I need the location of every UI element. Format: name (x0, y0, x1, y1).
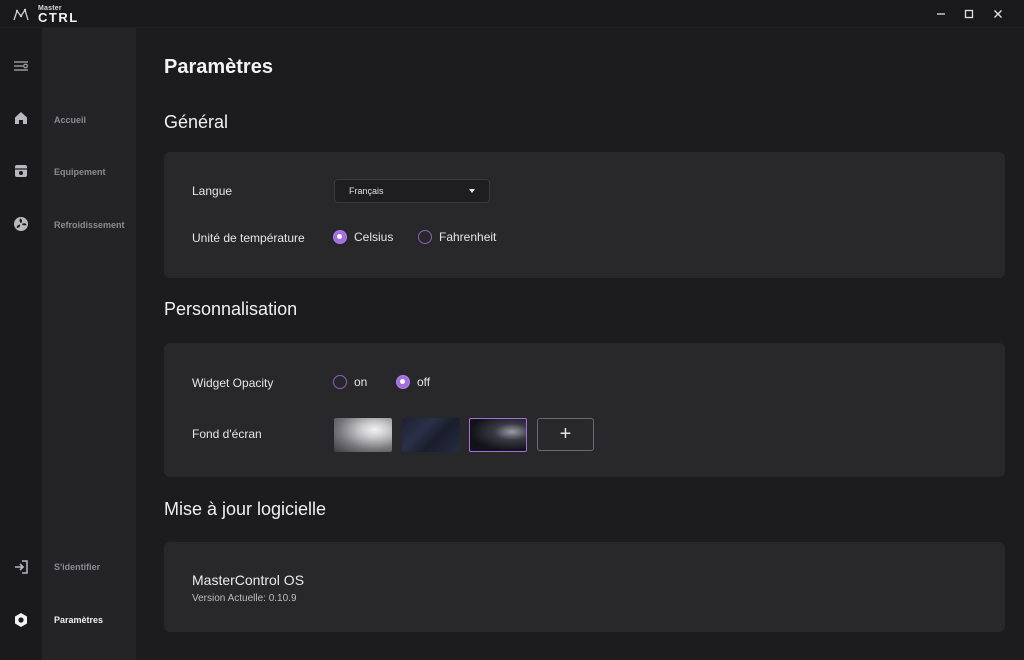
rail-settings-button[interactable] (11, 610, 31, 630)
radio-celsius[interactable]: Celsius (333, 230, 393, 244)
settings-icon (15, 613, 27, 627)
minimize-icon (937, 13, 945, 15)
language-label: Langue (192, 184, 233, 198)
wallpaper-thumbnail-3[interactable] (469, 418, 527, 452)
sidebar-item-parametres[interactable]: Paramètres (54, 615, 103, 625)
widget-opacity-label: Widget Opacity (192, 376, 274, 390)
maximize-icon (964, 9, 974, 19)
section-title-general: Général (164, 112, 229, 132)
radio-opacity-off-indicator (396, 375, 410, 389)
radio-opacity-off-label: off (417, 375, 431, 389)
logo-big-text: CTRL (38, 10, 79, 25)
login-icon (15, 560, 28, 574)
radio-opacity-off[interactable]: off (396, 375, 430, 389)
wallpaper-thumbnail-2[interactable] (402, 418, 460, 452)
close-icon (994, 10, 1002, 18)
sidebar-item-sidentifier[interactable]: S'identifier (54, 562, 100, 572)
update-card: MasterControl OS Version Actuelle: 0.10.… (164, 542, 1005, 632)
radio-fahrenheit[interactable]: Fahrenheit (418, 230, 496, 244)
radio-fahrenheit-indicator (418, 230, 432, 244)
home-icon (15, 112, 27, 124)
radio-celsius-label: Celsius (354, 230, 394, 244)
fan-icon (14, 217, 28, 231)
device-icon (15, 165, 27, 177)
app-logo: Master CTRL (12, 5, 79, 24)
sidebar-item-accueil[interactable]: Accueil (54, 115, 86, 125)
wallpaper-thumbnail-1[interactable] (334, 418, 392, 452)
language-select-value: Français (349, 186, 384, 196)
radio-opacity-on-label: on (354, 375, 368, 389)
general-card: Langue Français Unité de température Cel… (164, 152, 1005, 278)
rail-home-button[interactable] (11, 108, 31, 128)
title-bar: Master CTRL (0, 0, 1024, 28)
personalization-card: Widget Opacity on off Fond d'écran + (164, 343, 1005, 477)
temperature-unit-label: Unité de température (192, 231, 305, 245)
close-button[interactable] (987, 4, 1009, 24)
section-title-personnalisation: Personnalisation (164, 299, 298, 319)
sidebar-item-refroidissement[interactable]: Refroidissement (54, 220, 125, 230)
main-content: Paramètres Général Langue Français Unité… (136, 28, 1024, 660)
maximize-button[interactable] (958, 4, 980, 24)
rail-cooling-button[interactable] (11, 214, 31, 234)
page-title: Paramètres (164, 56, 273, 78)
menu-toggle-icon (14, 61, 28, 71)
chevron-down-icon (469, 189, 475, 193)
section-title-update: Mise à jour logicielle (164, 499, 327, 519)
sidebar-item-equipement[interactable]: Equipement (54, 167, 106, 177)
rail-login-button[interactable] (11, 557, 31, 577)
os-version: Version Actuelle: 0.10.9 (192, 593, 297, 604)
logo-icon (13, 7, 29, 20)
menu-toggle-button[interactable] (11, 56, 31, 76)
language-select[interactable]: Français (334, 179, 490, 203)
os-name: MasterControl OS (192, 572, 305, 588)
icon-rail (0, 28, 42, 660)
radio-opacity-on-indicator (333, 375, 347, 389)
minimize-button[interactable] (930, 4, 952, 24)
radio-fahrenheit-label: Fahrenheit (439, 230, 497, 244)
rail-equipment-button[interactable] (11, 161, 31, 181)
wallpaper-label: Fond d'écran (192, 427, 262, 441)
add-wallpaper-button[interactable]: + (537, 418, 594, 451)
radio-celsius-indicator (333, 230, 347, 244)
radio-opacity-on[interactable]: on (333, 375, 367, 389)
